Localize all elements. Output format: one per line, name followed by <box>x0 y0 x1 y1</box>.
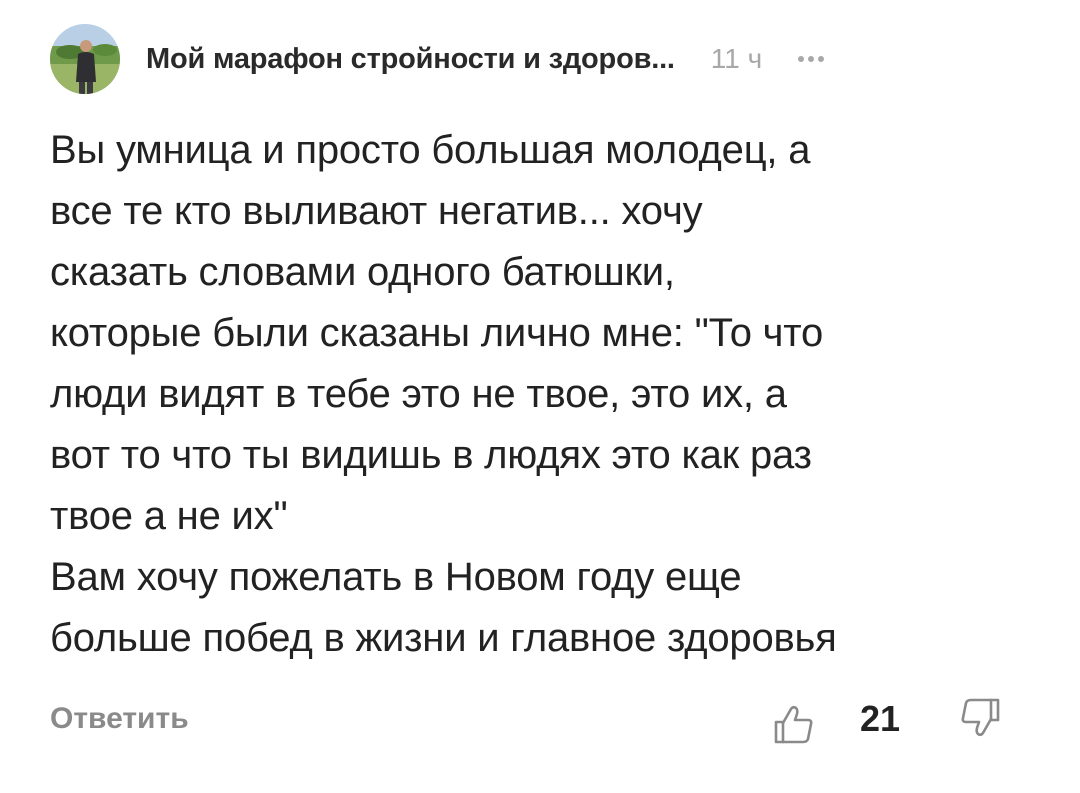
comment-card: Мой марафон стройности и здоров... 11 ч … <box>0 0 1080 793</box>
comment-header: Мой марафон стройности и здоров... 11 ч <box>50 24 1030 94</box>
avatar-image <box>50 24 120 94</box>
comment-line: которые были сказаны лично мне: "То что <box>50 311 824 355</box>
comment-line: Вы умница и просто большая молодец, а <box>50 128 811 172</box>
author-name[interactable]: Мой марафон стройности и здоров... <box>146 43 675 76</box>
more-dots-icon[interactable] <box>798 49 825 69</box>
thumbs-down-icon[interactable] <box>958 696 1002 740</box>
comment-actions: Ответить 21 <box>50 690 1010 760</box>
comment-line: вот то что ты видишь в людях это как раз <box>50 433 812 477</box>
comment-line: Вам хочу пожелать в Новом году еще <box>50 555 742 599</box>
reply-button[interactable]: Ответить <box>50 702 189 736</box>
comment-line: сказать словами одного батюшки, <box>50 250 675 294</box>
thumbs-up-icon[interactable] <box>772 702 816 746</box>
comment-text: Вы умница и просто большая молодец, а вс… <box>50 120 1050 669</box>
like-count: 21 <box>860 698 901 739</box>
comment-line: больше побед в жизни и главное здоровья <box>50 616 837 660</box>
comment-line: все те кто выливают негатив... хочу <box>50 189 703 233</box>
comment-time: 11 ч <box>710 43 763 74</box>
comment-line: люди видят в тебе это не твое, это их, а <box>50 372 787 416</box>
comment-line: твое а не их" <box>50 494 288 538</box>
avatar[interactable] <box>50 24 120 94</box>
